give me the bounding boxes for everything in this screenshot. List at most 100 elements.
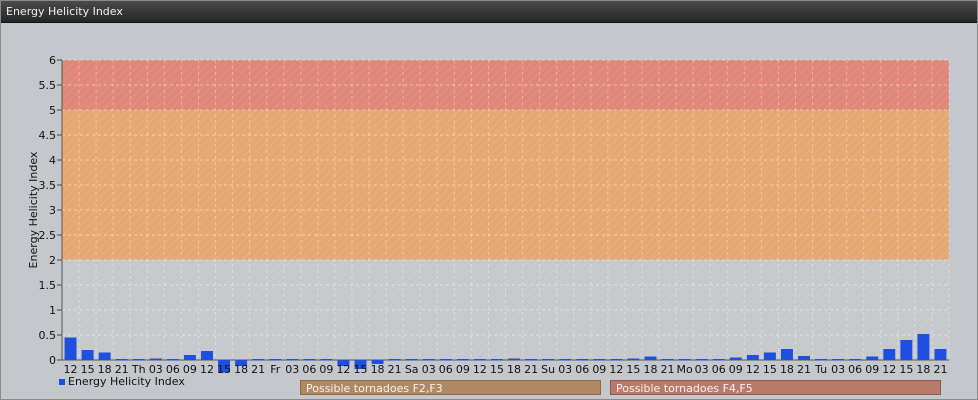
bar	[473, 359, 486, 361]
x-tick-label: 03	[695, 363, 709, 376]
x-tick-label: 12	[200, 363, 214, 376]
y-tick-label: 3.5	[39, 179, 57, 192]
zone-f2-f3-label: Possible tornadoes F2,F3	[306, 382, 443, 395]
bar	[763, 352, 776, 360]
legend[interactable]: Energy Helicity Index	[59, 375, 185, 388]
x-tick-label: 09	[729, 363, 743, 376]
x-tick-label: 09	[865, 363, 879, 376]
y-tick-label: 4	[49, 154, 56, 167]
bar	[849, 359, 862, 361]
bar	[491, 359, 503, 361]
bar	[405, 359, 418, 361]
x-tick-label: 18	[643, 363, 657, 376]
x-tick-label: 09	[319, 363, 333, 376]
bar	[780, 349, 793, 360]
x-tick-label: 12	[609, 363, 623, 376]
bar	[149, 358, 162, 360]
x-tick-label: 15	[899, 363, 913, 376]
x-tick-label: Su	[541, 363, 555, 376]
bar	[201, 351, 213, 360]
zone-f2-f3: Possible tornadoes F2,F3	[300, 380, 601, 395]
x-tick-label: 15	[763, 363, 777, 376]
bar	[542, 359, 555, 361]
bar	[576, 359, 589, 361]
bar	[269, 359, 282, 361]
y-tick-label: 1.5	[39, 279, 57, 292]
x-tick-label: 18	[507, 363, 521, 376]
bar	[81, 350, 94, 360]
x-tick-label: 06	[712, 363, 726, 376]
bar	[64, 337, 77, 360]
bar	[525, 359, 538, 361]
x-tick-label: 18	[916, 363, 930, 376]
bar	[798, 356, 810, 360]
y-tick-label: 5	[49, 104, 56, 117]
zone-f4-f5: Possible tornadoes F4,F5	[610, 380, 941, 395]
bar	[815, 359, 828, 361]
y-tick-label: 1	[49, 304, 56, 317]
x-tick-label: 21	[388, 363, 402, 376]
x-tick-label: 09	[456, 363, 470, 376]
x-tick-label: 06	[575, 363, 589, 376]
legend-swatch	[59, 379, 65, 385]
bar	[627, 358, 640, 360]
bar	[832, 359, 845, 361]
x-tick-label: 21	[251, 363, 265, 376]
x-tick-label: 21	[933, 363, 947, 376]
bar	[183, 355, 196, 360]
bar	[729, 357, 742, 360]
x-tick-label: 12	[882, 363, 896, 376]
x-tick-label: 15	[626, 363, 640, 376]
bar	[252, 359, 265, 361]
x-tick-label: 15	[490, 363, 504, 376]
bar	[900, 340, 913, 360]
x-tick-label: 12	[746, 363, 760, 376]
x-tick-label: 03	[558, 363, 572, 376]
bar	[303, 359, 316, 361]
bar	[286, 359, 299, 361]
bar	[866, 356, 879, 360]
chart-svg: 00.511.522.533.544.555.5612 15 18 21 Th 03 06 0…	[27, 54, 950, 376]
x-tick-label: 18	[371, 363, 385, 376]
x-tick-label: 06	[848, 363, 862, 376]
y-tick-label: 4.5	[39, 129, 57, 142]
bar	[439, 359, 452, 361]
bar	[678, 359, 691, 361]
bar	[166, 359, 179, 361]
bar	[388, 359, 401, 361]
x-tick-label: 03	[422, 363, 436, 376]
x-tick-label: 03	[831, 363, 845, 376]
x-tick-label: 12	[336, 363, 350, 376]
y-tick-label: 3	[49, 204, 56, 217]
y-axis-label: Energy Helicity Index	[27, 151, 40, 268]
bar	[917, 334, 930, 360]
y-tick-label: 0	[49, 354, 56, 367]
bar	[610, 359, 623, 361]
bar	[644, 356, 657, 360]
bar	[508, 358, 520, 360]
bar	[115, 359, 128, 361]
bar	[132, 359, 145, 361]
bar	[695, 359, 708, 361]
bar	[934, 349, 947, 360]
bar	[98, 352, 111, 360]
bar	[593, 359, 606, 361]
y-tick-label: 2	[49, 254, 56, 267]
x-tick-label: Mo	[676, 363, 692, 376]
bar	[422, 359, 435, 361]
y-tick-label: 6	[49, 54, 56, 67]
x-tick-label: Fr	[270, 363, 281, 376]
x-tick-label: 06	[302, 363, 316, 376]
x-tick-label: 09	[592, 363, 606, 376]
bar	[320, 359, 333, 361]
x-tick-label: 06	[439, 363, 453, 376]
bar	[883, 349, 896, 360]
x-tick-label: 12	[473, 363, 487, 376]
bar	[661, 359, 674, 361]
zone-f4-f5-label: Possible tornadoes F4,F5	[616, 382, 753, 395]
bar	[456, 359, 469, 361]
x-tick-label: 15	[354, 363, 368, 376]
y-tick-label: 2.5	[39, 229, 57, 242]
x-tick-label: 09	[183, 363, 197, 376]
x-tick-label: 21	[797, 363, 811, 376]
